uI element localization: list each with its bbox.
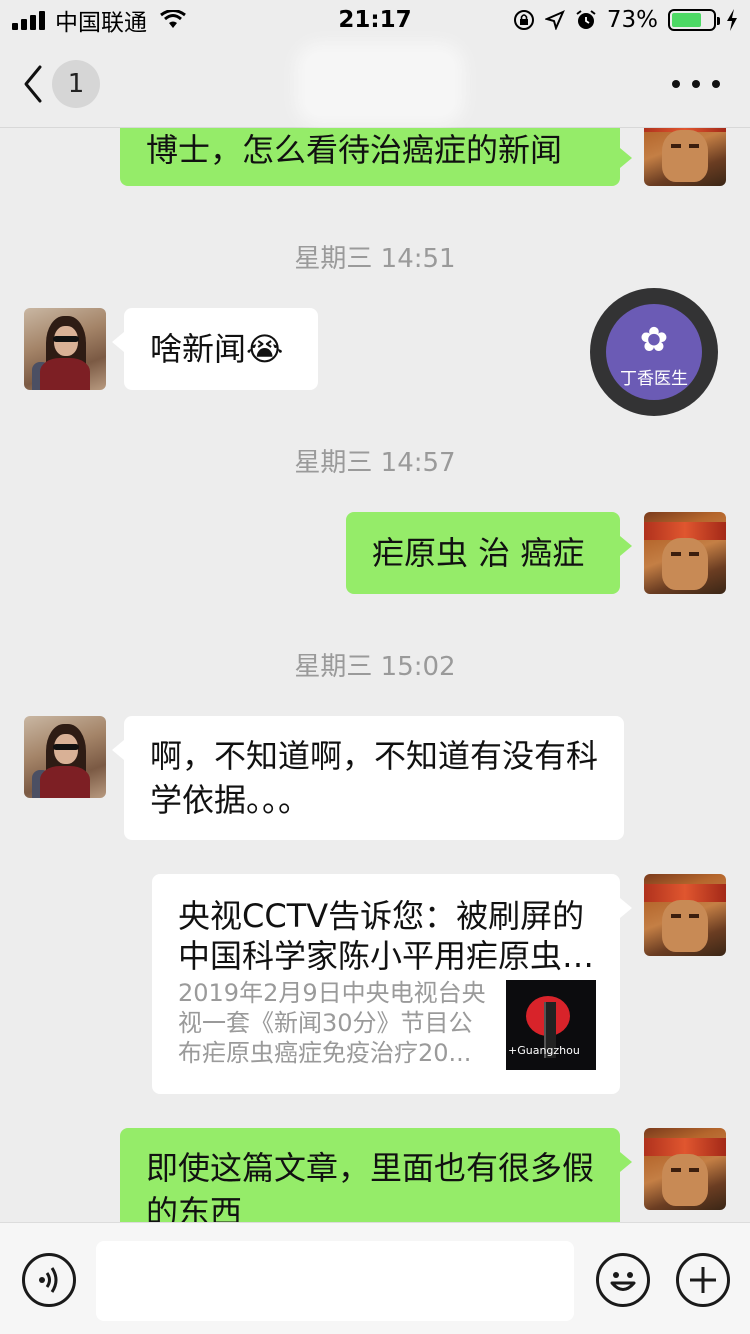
received-message-bubble[interactable]: 啊，不知道啊，不知道有没有科学依据。。。 xyxy=(112,716,624,840)
status-right: 73% xyxy=(513,6,738,34)
voice-icon xyxy=(39,1267,58,1293)
back-button[interactable]: 1 xyxy=(22,58,100,110)
article-thumbnail: +Guangzhou xyxy=(506,980,596,1070)
more-options-button[interactable] xyxy=(672,70,720,98)
my-avatar[interactable] xyxy=(644,1128,726,1210)
floating-app-badge[interactable]: ✿ 丁香医生 xyxy=(590,288,718,416)
timestamp: 星期三 14:51 xyxy=(294,244,456,274)
message-text: 博士，怎么看待治癌症的新闻 xyxy=(146,131,563,169)
input-bar xyxy=(0,1222,750,1334)
timestamp: 星期三 15:02 xyxy=(294,652,456,682)
badge-label: 丁香医生 xyxy=(620,369,688,389)
sent-message-bubble[interactable]: 疟原虫 治 癌症 xyxy=(346,512,632,594)
location-icon xyxy=(544,10,565,30)
dot-icon xyxy=(672,80,680,88)
shared-article-card[interactable]: 央视CCTV告诉您：被刷屏的中国科学家陈小平用疟原虫治疗癌症 2019年2月9日… xyxy=(152,874,632,1094)
my-avatar[interactable] xyxy=(644,128,726,186)
message-text: 啥新闻😭 xyxy=(150,330,284,368)
battery-fill xyxy=(672,13,702,27)
my-avatar[interactable] xyxy=(644,512,726,594)
article-description: 2019年2月9日中央电视台央视一套《新闻30分》节目公布疟原虫癌症免疫治疗20… xyxy=(178,979,486,1067)
message-input[interactable] xyxy=(96,1241,574,1321)
unread-count-badge: 1 xyxy=(52,60,100,108)
message-text: 疟原虫 治 癌症 xyxy=(372,534,585,572)
chevron-left-icon xyxy=(24,65,42,103)
sent-message-bubble[interactable]: 即使这篇文章，里面也有很多假的东西 xyxy=(120,1128,632,1222)
blurred-chat-title xyxy=(305,52,455,116)
message-text: 即使这篇文章，里面也有很多假的东西 xyxy=(146,1149,595,1222)
plus-icon xyxy=(690,1267,716,1293)
dot-icon xyxy=(712,80,720,88)
status-bar: 中国联通 21:17 73% xyxy=(0,0,750,40)
dot-icon xyxy=(692,80,700,88)
flower-icon: ✿ xyxy=(639,320,669,360)
contact-avatar[interactable] xyxy=(24,308,106,390)
timestamp: 星期三 14:57 xyxy=(294,448,456,478)
voice-button[interactable] xyxy=(22,1253,76,1307)
thumbnail-caption: +Guangzhou xyxy=(508,1044,580,1057)
article-title: 央视CCTV告诉您：被刷屏的中国科学家陈小平用疟原虫治疗癌症 xyxy=(178,897,595,975)
smiley-icon xyxy=(610,1272,636,1291)
sent-message-bubble[interactable]: 博士，怎么看待治癌症的新闻 xyxy=(120,128,632,186)
more-functions-button[interactable] xyxy=(676,1253,730,1307)
contact-avatar[interactable] xyxy=(24,716,106,798)
message-text: 啊，不知道啊，不知道有没有科学依据。。。 xyxy=(150,737,599,819)
chat-header: 1 xyxy=(0,40,750,128)
battery-icon xyxy=(668,9,720,31)
my-avatar[interactable] xyxy=(644,874,726,956)
alarm-icon xyxy=(576,10,596,29)
rotation-lock-icon xyxy=(513,10,534,30)
battery-percent: 73% xyxy=(606,7,658,33)
received-message-bubble[interactable]: 啥新闻😭 xyxy=(112,308,318,390)
charging-icon xyxy=(727,9,737,31)
dxy-logo-icon: ✿ 丁香医生 xyxy=(606,304,702,400)
emoji-button[interactable] xyxy=(596,1253,650,1307)
